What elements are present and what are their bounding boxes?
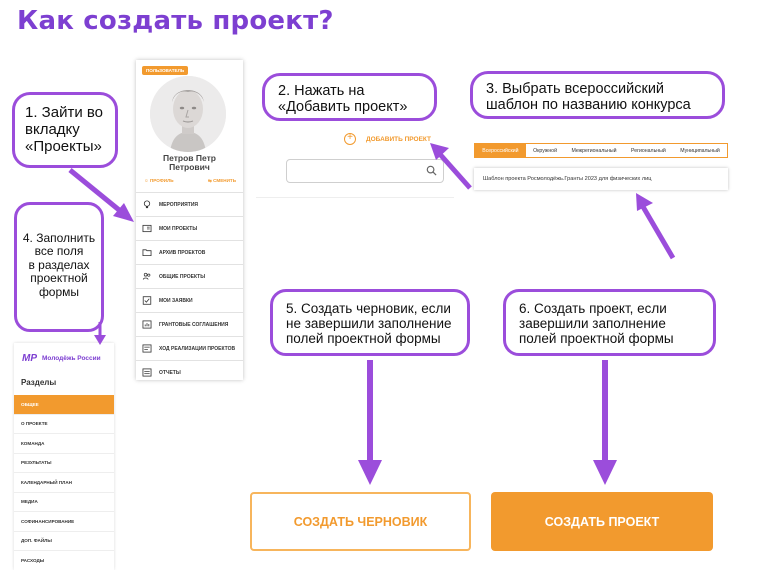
callout-step-2: 2. Нажать на «Добавить проект» [262, 73, 437, 121]
tab-interregional[interactable]: Межрегиональный [564, 144, 624, 157]
callout-line: 3. Выбрать всероссийский [486, 81, 665, 97]
page-title: Как создать проект? [17, 6, 334, 36]
menu-item-label: АРХИВ ПРОЕКТОВ [159, 249, 206, 256]
menu-item-label: МЕРОПРИЯТИЯ [159, 201, 199, 208]
menu-item-label: ГРАНТОВЫЕ СОГЛАШЕНИЯ [159, 321, 229, 328]
callout-line: формы [38, 284, 80, 299]
menu-item-grant-agreements[interactable]: ГРАНТОВЫЕ СОГЛАШЕНИЯ [136, 312, 243, 336]
brand-logo: МР Молодёжь России [22, 353, 101, 364]
plus-icon: + [344, 133, 356, 145]
callout-line: вкладку [25, 120, 80, 138]
tab-district[interactable]: Окружной [526, 144, 564, 157]
menu-item-label: МОИ ПРОЕКТЫ [159, 225, 198, 232]
lightbulb-icon [143, 200, 151, 209]
menu-item-label: ХОД РЕАЛИЗАЦИИ ПРОЕКТОВ [159, 345, 236, 352]
users-icon [142, 272, 151, 280]
create-draft-button[interactable]: СОЗДАТЬ ЧЕРНОВИК [250, 492, 471, 551]
callout-line: шаблон по названию конкурса [486, 97, 691, 114]
tab-regional[interactable]: Региональный [624, 144, 673, 157]
callout-line: «Добавить проект» [278, 99, 408, 116]
profile-link-label: ПРОФИЛЬ [149, 178, 174, 183]
checkbox-icon [142, 296, 152, 305]
change-link[interactable]: ⇆ СМЕНИТЬ [208, 178, 236, 184]
chart-icon [142, 320, 152, 329]
menu-item-reports[interactable]: ОТЧЕТЫ [136, 360, 243, 384]
section-item-team[interactable]: КОМАНДА [14, 434, 114, 454]
search-icon [426, 165, 437, 176]
profile-links: ☺ ПРОФИЛЬ ⇆ СМЕНИТЬ [144, 178, 236, 184]
section-item-media[interactable]: МЕДИА [14, 493, 114, 512]
callout-line: все поля [34, 244, 84, 259]
callout-line: не завершили заполнение [286, 316, 452, 332]
menu-item-label: ОБЩИЕ ПРОЕКТЫ [159, 273, 206, 280]
section-item-files[interactable]: ДОП. ФАЙЛЫ [14, 532, 114, 551]
section-item-calendar[interactable]: КАЛЕНДАРНЫЙ ПЛАН [14, 473, 114, 493]
arrow-icon [636, 193, 676, 260]
menu-item-archive[interactable]: АРХИВ ПРОЕКТОВ [136, 240, 243, 264]
create-project-button[interactable]: СОЗДАТЬ ПРОЕКТ [491, 492, 713, 551]
callout-line: 5. Создать черновик, если [286, 301, 451, 316]
sections-heading: Разделы [21, 378, 57, 387]
template-row[interactable]: Шаблон проекта Росмолодёжь.Гранты 2023 д… [474, 168, 728, 190]
section-item-cofinancing[interactable]: СОФИНАНСИРОВАНИЕ [14, 512, 114, 532]
menu-item-my-applications[interactable]: МОИ ЗАЯВКИ [136, 288, 243, 312]
callout-line: 4. Заполнить [22, 231, 96, 245]
arrow-icon [593, 360, 617, 485]
profile-menu: МЕРОПРИЯТИЯ МОИ ПРОЕКТЫ АРХИВ ПРОЕКТОВ О… [136, 192, 243, 384]
callout-line: 2. Нажать на [278, 83, 365, 99]
tab-all-russian[interactable]: Всероссийский [475, 144, 526, 157]
profile-link[interactable]: ☺ ПРОФИЛЬ [144, 178, 174, 184]
callout-line: проектной [30, 271, 88, 286]
template-panel: Всероссийский Окружной Межрегиональный Р… [474, 140, 730, 192]
menu-item-progress[interactable]: ХОД РЕАЛИЗАЦИИ ПРОЕКТОВ [136, 336, 243, 360]
add-project-button[interactable]: + ДОБАВИТЬ ПРОЕКТ [344, 133, 431, 145]
section-item-about[interactable]: О ПРОЕКТЕ [14, 415, 114, 434]
add-project-label: ДОБАВИТЬ ПРОЕКТ [366, 135, 432, 143]
callout-line: полей проектной формы [286, 331, 441, 347]
folder-icon [142, 249, 152, 257]
tab-municipal[interactable]: Муниципальный [673, 144, 727, 157]
callout-line: в разделах [28, 257, 90, 272]
search-input[interactable] [286, 159, 444, 183]
logo-mark: МР [22, 353, 37, 364]
menu-item-label: ОТЧЕТЫ [159, 369, 181, 376]
change-link-label: СМЕНИТЬ [213, 178, 236, 183]
menu-item-shared-projects[interactable]: ОБЩИЕ ПРОЕКТЫ [136, 264, 243, 288]
menu-item-label: МОИ ЗАЯВКИ [159, 297, 193, 304]
role-badge: ПОЛЬЗОВАТЕЛЬ [142, 66, 189, 75]
arrow-icon [358, 360, 382, 485]
sections-panel: МР Молодёжь России Разделы ОБЩЕЕ О ПРОЕК… [14, 343, 114, 570]
section-item-expenses[interactable]: РАСХОДЫ [14, 551, 114, 570]
id-card-icon [142, 224, 152, 233]
callout-step-6: 6. Создать проект, если завершили заполн… [503, 289, 716, 356]
sections-list: ОБЩЕЕ О ПРОЕКТЕ КОМАНДА РЕЗУЛЬТАТЫ КАЛЕН… [14, 395, 114, 570]
callout-step-5: 5. Создать черновик, если не завершили з… [270, 289, 470, 356]
template-tabs: Всероссийский Окружной Межрегиональный Р… [474, 143, 728, 158]
profile-panel: ПОЛЬЗОВАТЕЛЬ Петров Петр Петрович ☺ ПРОФ… [136, 60, 243, 380]
callout-line: «Проекты» [25, 137, 102, 155]
callout-line: 1. Зайти во [25, 104, 104, 121]
callout-step-1: 1. Зайти во вкладку «Проекты» [12, 92, 118, 168]
section-item-general[interactable]: ОБЩЕЕ [14, 395, 114, 415]
report-icon [142, 368, 152, 377]
callout-line: завершили заполнение [519, 316, 666, 332]
avatar [150, 76, 226, 152]
add-project-panel: + ДОБАВИТЬ ПРОЕКТ [256, 125, 454, 198]
progress-icon [142, 344, 152, 353]
menu-item-my-projects[interactable]: МОИ ПРОЕКТЫ [136, 216, 243, 240]
callout-line: полей проектной формы [519, 331, 674, 347]
user-name: Петров Петр Петрович [136, 153, 243, 173]
menu-item-events[interactable]: МЕРОПРИЯТИЯ [136, 192, 243, 216]
callout-line: 6. Создать проект, если [519, 301, 667, 316]
user-name-line2: Петрович [169, 162, 210, 173]
callout-step-4: 4. Заполнить все поля в разделах проектн… [14, 202, 104, 332]
callout-step-3: 3. Выбрать всероссийский шаблон по назва… [470, 71, 725, 119]
logo-text: Молодёжь России [42, 355, 101, 362]
section-item-results[interactable]: РЕЗУЛЬТАТЫ [14, 454, 114, 473]
